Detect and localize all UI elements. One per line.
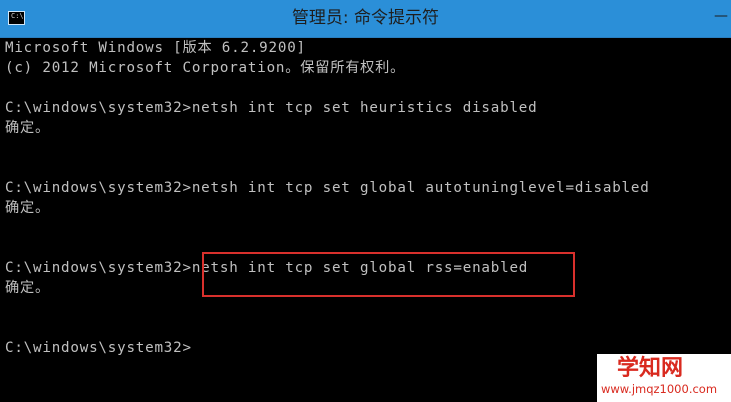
console-line: (c) 2012 Microsoft Corporation。保留所有权利。 <box>5 60 406 76</box>
watermark-logo: 学知网 www.jmqz1000.com <box>597 354 731 402</box>
watermark-url-text: www.jmqz1000.com <box>601 382 718 396</box>
console-line: Microsoft Windows [版本 6.2.9200] <box>5 40 306 56</box>
window-title: 管理员: 命令提示符 <box>291 8 440 28</box>
console-output[interactable]: Microsoft Windows [版本 6.2.9200] (c) 2012… <box>0 38 731 402</box>
minimize-button[interactable]: — <box>712 8 730 24</box>
title-bar[interactable]: C:\ 管理员: 命令提示符 — <box>0 0 731 38</box>
console-line: 确定。 <box>5 120 50 136</box>
command-prompt-window: C:\ 管理员: 命令提示符 — Microsoft Windows [版本 6… <box>0 0 731 402</box>
watermark-main-text: 学知网 <box>617 356 684 381</box>
console-line: C:\windows\system32>netsh int tcp set he… <box>5 100 538 116</box>
console-line: 确定。 <box>5 200 50 216</box>
console-prompt-line[interactable]: C:\windows\system32> <box>5 338 192 358</box>
console-line: 确定。 <box>5 280 50 296</box>
command-highlight-box <box>202 252 575 297</box>
console-line: C:\windows\system32>netsh int tcp set gl… <box>5 180 650 196</box>
